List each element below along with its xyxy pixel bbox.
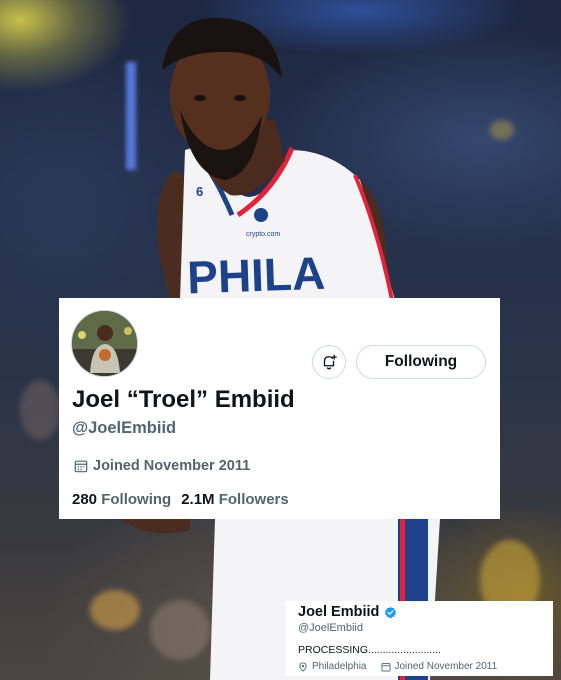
display-name: Joel “Troel” Embiid — [72, 386, 295, 413]
mini-joined: Joined November 2011 — [394, 661, 498, 672]
profile-card: Following Joel “Troel” Embiid @JoelEmbii… — [59, 298, 500, 519]
followers-stat[interactable]: 2.1M Followers — [181, 491, 289, 508]
calendar-icon — [381, 662, 390, 671]
follow-stats: 280 Following 2.1M Followers — [72, 491, 289, 508]
calendar-icon — [74, 460, 88, 473]
mini-meta: Philadelphia Joined November 2011 — [298, 661, 497, 672]
following-count: 280 — [72, 491, 98, 508]
following-label: Following — [101, 491, 172, 508]
handle[interactable]: @JoelEmbiid — [72, 419, 176, 438]
avatar-image — [72, 311, 137, 376]
mini-bio: PROCESSING......................... — [298, 644, 441, 656]
bell-plus-icon — [323, 354, 337, 370]
mini-location: Philadelphia — [312, 661, 367, 672]
verified-badge-icon — [385, 606, 397, 618]
mini-name-text: Joel Embiid — [298, 604, 380, 620]
followers-count: 2.1M — [181, 491, 215, 508]
notifications-button[interactable] — [312, 345, 346, 379]
avatar[interactable] — [71, 310, 138, 377]
joined-text: Joined November 2011 — [93, 458, 251, 474]
mini-display-name: Joel Embiid — [298, 604, 397, 620]
location-pin-icon — [299, 661, 307, 672]
followers-label: Followers — [218, 491, 289, 508]
sponsor-text: crypto.com — [246, 231, 280, 238]
mini-handle[interactable]: @JoelEmbiid — [298, 622, 363, 634]
jersey-text: PHILA — [186, 247, 326, 304]
following-stat[interactable]: 280 Following — [72, 491, 171, 508]
following-button[interactable]: Following — [356, 345, 486, 379]
jersey-number: 6 — [196, 184, 203, 199]
mini-profile-card: Joel Embiid @JoelEmbiid PROCESSING......… — [286, 601, 553, 676]
joined-date: Joined November 2011 — [74, 458, 250, 474]
